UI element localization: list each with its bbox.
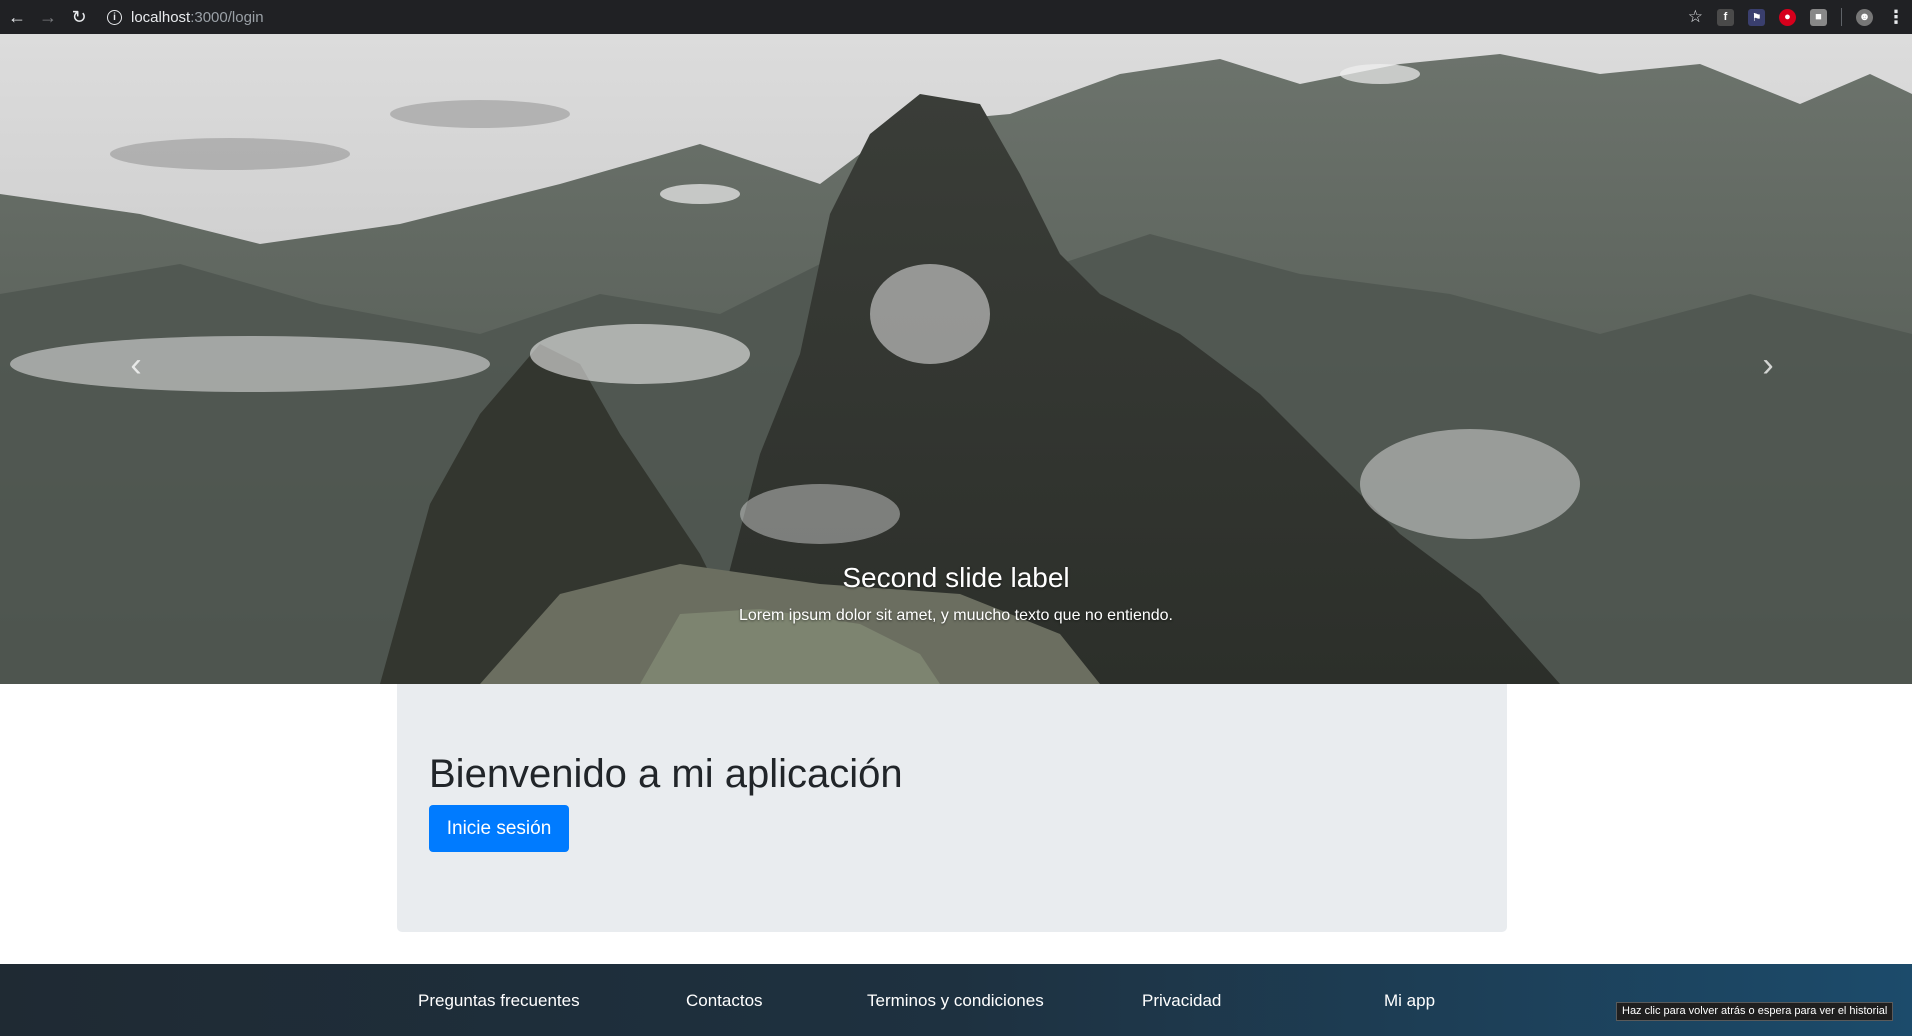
carousel: ‹ › Second slide label Lorem ipsum dolor… [0,34,1912,684]
address-bar[interactable]: i localhost:3000/login [107,4,264,30]
footer-link-myapp[interactable]: Mi app [1384,991,1435,1011]
forward-arrow-icon[interactable]: → [34,3,62,31]
carousel-next-icon[interactable]: › [1748,340,1788,390]
footer: Preguntas frecuentes Contactos Terminos … [0,964,1912,1036]
profile-avatar-icon[interactable]: ☻ [1856,8,1873,26]
flag-extension-icon[interactable]: ⚑ [1748,8,1765,26]
carousel-caption-title: Second slide label [842,562,1070,593]
back-button-tooltip: Haz clic para volver atrás o espera para… [1616,1002,1894,1021]
toolbar-divider [1841,8,1842,26]
footer-link-terms[interactable]: Terminos y condiciones [867,991,1044,1011]
cube-extension-icon[interactable]: ■ [1810,8,1827,26]
reload-icon[interactable]: ↻ [65,3,93,31]
login-button[interactable]: Inicie sesión [429,805,569,852]
footer-link-faq[interactable]: Preguntas frecuentes [418,991,580,1011]
info-icon[interactable]: i [107,9,122,25]
browser-right-icons: ☆ f ⚑ ● ■ ☻ ⋮ [1688,0,1905,34]
footer-link-privacy[interactable]: Privacidad [1142,991,1221,1011]
browser-toolbar: ← → ↻ i localhost:3000/login ☆ f ⚑ ● ■ ☻… [0,0,1912,34]
welcome-jumbotron: Bienvenido a mi aplicación Inicie sesión [397,684,1507,932]
carousel-prev-icon[interactable]: ‹ [116,340,156,390]
facebook-extension-icon[interactable]: f [1717,8,1734,26]
back-arrow-icon[interactable]: ← [3,3,31,31]
carousel-caption-text: Lorem ipsum dolor sit amet, y muucho tex… [738,607,1173,624]
menu-dots-icon[interactable]: ⋮ [1887,7,1905,28]
bookmark-star-icon[interactable]: ☆ [1688,7,1703,27]
url-host: localhost [131,8,191,26]
url-path: :3000/login [190,8,264,26]
welcome-title: Bienvenido a mi aplicación [429,752,903,796]
footer-link-contacts[interactable]: Contactos [686,991,763,1011]
red-extension-icon[interactable]: ● [1779,8,1796,26]
